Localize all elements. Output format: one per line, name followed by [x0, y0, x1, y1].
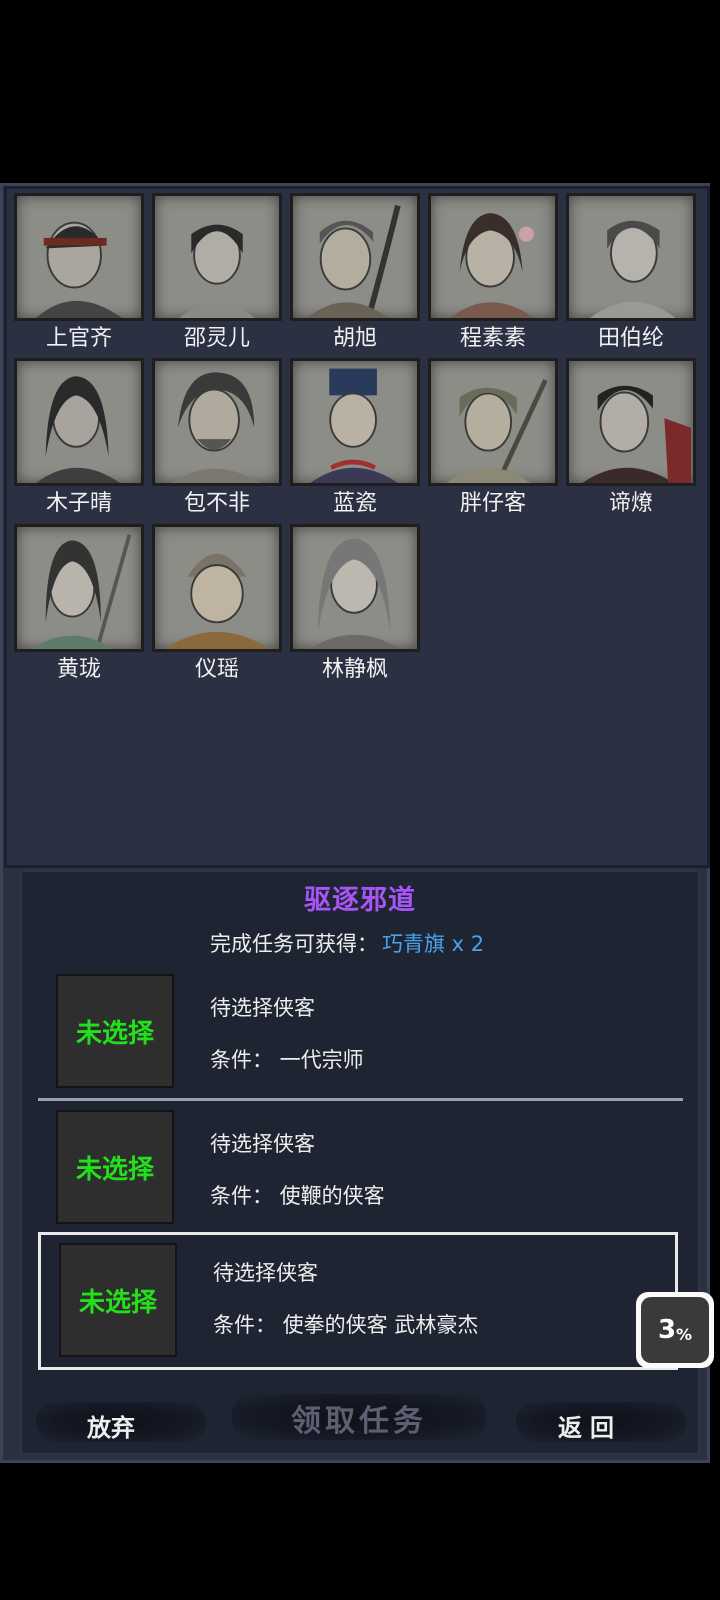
hero-card[interactable]: 田伯纶 [566, 193, 700, 357]
abandon-button[interactable]: 放弃 [36, 1408, 186, 1443]
hero-portrait [428, 358, 558, 486]
hero-portrait [14, 524, 144, 652]
hero-slot-selected[interactable]: 未选择 待选择侠客 条件： 使拳的侠客 武林豪杰 [38, 1232, 678, 1370]
slot-condition: 条件： 使鞭的侠客 [210, 1184, 385, 1208]
reward-label: 完成任务可获得： [210, 932, 378, 956]
hero-card[interactable]: 谛燎 [566, 358, 700, 522]
badge-unit: % [676, 1324, 693, 1344]
slot-status[interactable]: 未选择 [56, 1110, 174, 1224]
hero-portrait [566, 358, 696, 486]
hero-portrait [290, 193, 420, 321]
slot-condition: 条件： 一代宗师 [210, 1048, 364, 1072]
hero-name: 邵灵儿 [183, 326, 250, 351]
hero-card[interactable]: 木子晴 [14, 358, 148, 522]
quest-title: 驱逐邪道 [304, 885, 416, 916]
hero-card[interactable]: 邵灵儿 [152, 193, 286, 357]
hero-card[interactable]: 包不非 [152, 358, 286, 522]
slot-condition: 条件： 使拳的侠客 武林豪杰 [213, 1313, 479, 1337]
hero-card[interactable]: 蓝瓷 [290, 358, 424, 522]
slot-status[interactable]: 未选择 [56, 974, 174, 1088]
hero-name: 黄珑 [56, 657, 101, 682]
hero-card[interactable]: 胖仔客 [428, 358, 562, 522]
hero-portrait [428, 193, 558, 321]
hero-name: 上官齐 [45, 326, 112, 351]
hero-card[interactable]: 林静枫 [290, 524, 424, 688]
hero-portrait [566, 193, 696, 321]
back-button[interactable]: 返回 [540, 1408, 640, 1443]
hero-portrait [14, 358, 144, 486]
hero-name: 林静枫 [321, 657, 388, 682]
slot-hint: 待选择侠客 [210, 996, 315, 1020]
slot-status[interactable]: 未选择 [59, 1243, 177, 1357]
hero-card[interactable]: 上官齐 [14, 193, 148, 357]
hero-name: 程素素 [459, 326, 526, 351]
badge-value: 3 [657, 1315, 677, 1345]
hero-name: 胡旭 [332, 326, 377, 351]
hero-name: 木子晴 [45, 491, 112, 516]
hero-portrait [290, 524, 420, 652]
hero-name: 谛燎 [608, 491, 653, 516]
hero-portrait [14, 193, 144, 321]
slot-hint: 待选择侠客 [210, 1132, 315, 1156]
hero-portrait [152, 524, 282, 652]
hero-card[interactable]: 程素素 [428, 193, 562, 357]
quest-reward: 完成任务可获得： 巧青旗 x 2 [210, 928, 484, 958]
hero-slot[interactable]: 未选择 待选择侠客 条件： 一代宗师 [38, 970, 678, 1102]
hero-portrait [152, 358, 282, 486]
hero-portrait [290, 358, 420, 486]
reward-item[interactable]: 巧青旗 x 2 [382, 932, 484, 956]
slot-divider [38, 1098, 683, 1101]
badge-icon: 3% [641, 1297, 709, 1363]
hero-card[interactable]: 仪瑶 [152, 524, 286, 688]
hero-card[interactable]: 黄珑 [14, 524, 148, 688]
hero-portrait [152, 193, 282, 321]
hero-name: 包不非 [183, 491, 250, 516]
accept-quest-button[interactable]: 领取任务 [232, 1396, 486, 1440]
hero-name: 仪瑶 [194, 657, 239, 682]
hero-name: 胖仔客 [459, 491, 526, 516]
hero-card[interactable]: 胡旭 [290, 193, 424, 357]
hero-name: 蓝瓷 [332, 491, 377, 516]
hero-slot[interactable]: 未选择 待选择侠客 条件： 使鞭的侠客 [38, 1106, 678, 1238]
slot-hint: 待选择侠客 [213, 1261, 318, 1285]
floating-assistant-badge[interactable]: 3% [636, 1292, 714, 1368]
hero-name: 田伯纶 [597, 326, 664, 351]
